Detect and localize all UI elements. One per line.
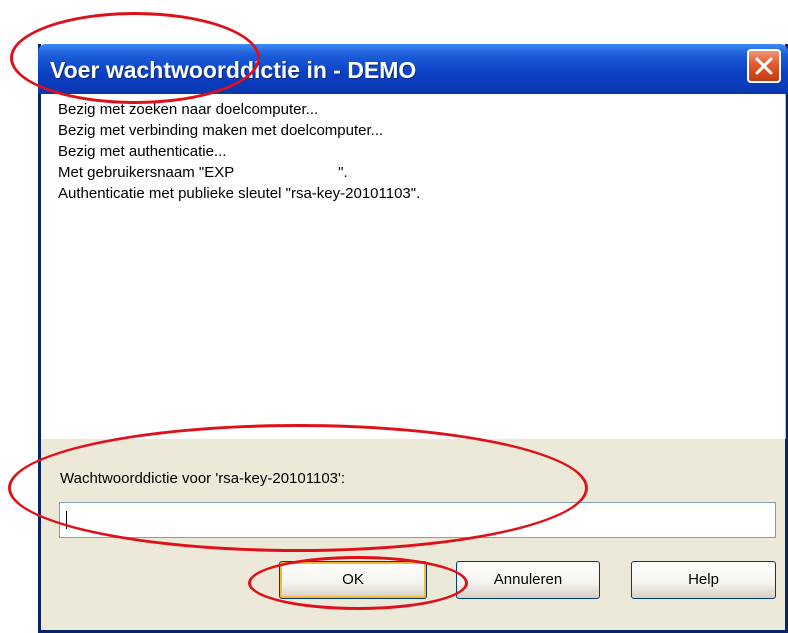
log-line: Bezig met zoeken naar doelcomputer... — [58, 101, 319, 118]
help-button[interactable]: Help — [631, 561, 776, 599]
passphrase-label: Wachtwoorddictie voor 'rsa-key-20101103'… — [60, 470, 346, 487]
cancel-button[interactable]: Annuleren — [456, 561, 600, 599]
log-line: Authenticatie met publieke sleutel "rsa-… — [58, 185, 421, 202]
log-line: Bezig met authenticatie... — [58, 143, 227, 160]
passphrase-input[interactable] — [59, 502, 776, 538]
log-line: Bezig met verbinding maken met doelcompu… — [58, 122, 384, 139]
ok-button[interactable]: OK — [279, 561, 427, 599]
log-line: Met gebruikersnaam "EXP ". — [58, 164, 348, 181]
close-button[interactable] — [747, 49, 781, 83]
text-caret — [66, 511, 67, 529]
dialog-title: Voer wachtwoorddictie in - DEMO — [50, 57, 417, 83]
close-icon — [755, 57, 773, 75]
